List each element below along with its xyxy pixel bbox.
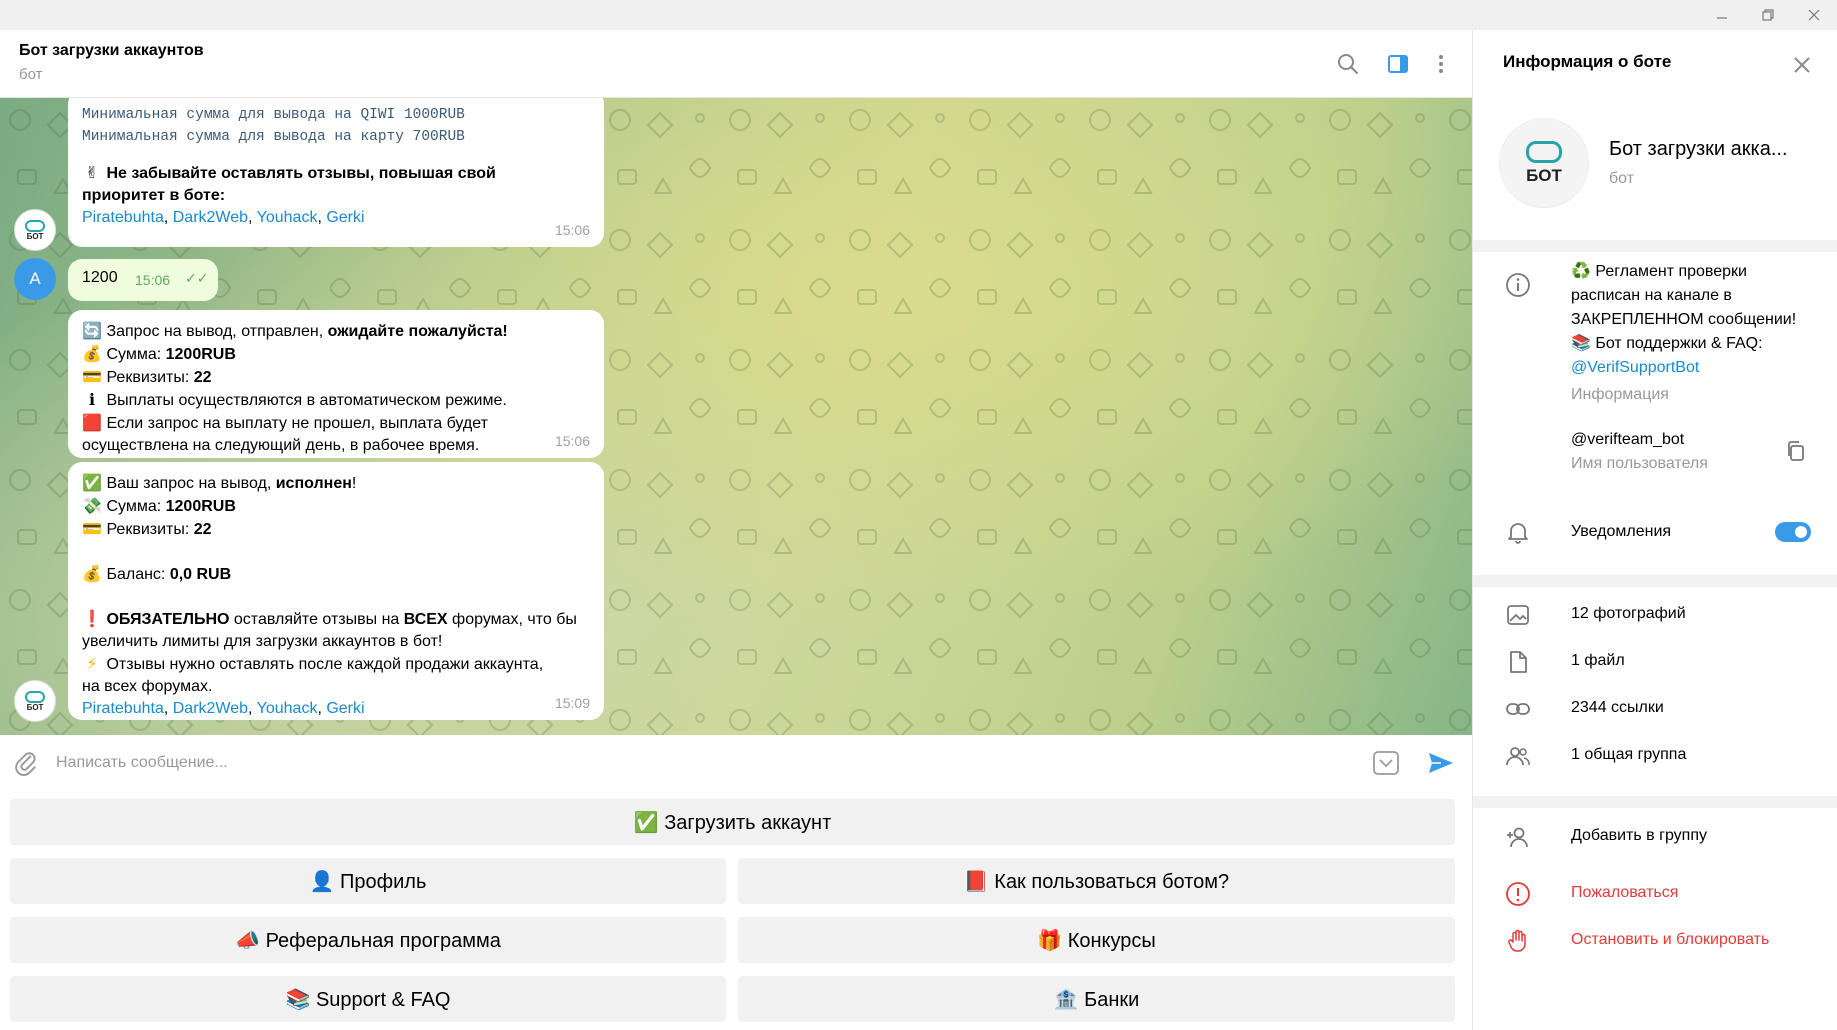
groups-count[interactable]: 1 общая группа bbox=[1571, 743, 1686, 767]
message-text: Минимальная сумма для вывода на QIWI 100… bbox=[82, 107, 465, 123]
check-mark-icon: ✅ bbox=[82, 473, 102, 492]
links-count[interactable]: 2344 ссылки bbox=[1571, 696, 1664, 720]
username-label: Имя пользователя bbox=[1571, 455, 1708, 472]
username-link[interactable]: @verifteam_bot bbox=[1571, 428, 1684, 452]
referral-program-button[interactable]: 📣 Реферальная программа bbox=[10, 917, 726, 963]
robot-icon bbox=[1526, 140, 1562, 163]
bot-keyboard-toggle-icon[interactable] bbox=[1370, 747, 1402, 779]
stop-and-block-button[interactable]: Остановить и блокировать bbox=[1571, 928, 1769, 952]
chat-subtitle: бот bbox=[19, 66, 43, 83]
credit-card-icon: 💳 bbox=[82, 367, 102, 386]
info-label: Информация bbox=[1571, 386, 1669, 403]
user-avatar[interactable]: A bbox=[14, 258, 56, 300]
message-text: Не забывайте оставлять отзывы, повышая с… bbox=[106, 165, 496, 182]
bot-reply-keyboard: ✅ Загрузить аккаунт 👤 Профиль 📕 Как поль… bbox=[0, 791, 1472, 1030]
support-bot-link[interactable]: @VerifSupportBot bbox=[1571, 356, 1796, 380]
file-icon bbox=[1503, 647, 1533, 677]
message-time: 15:06 bbox=[554, 222, 590, 238]
credit-card-icon: 💳 bbox=[82, 519, 102, 538]
divider bbox=[1473, 796, 1837, 808]
photos-count[interactable]: 12 фотографий bbox=[1571, 602, 1686, 626]
bot-name: Бот загрузки акка... bbox=[1609, 138, 1788, 160]
money-bag-icon: 💰 bbox=[82, 344, 102, 363]
more-options-icon[interactable] bbox=[1423, 46, 1459, 82]
report-button[interactable]: Пожаловаться bbox=[1571, 881, 1678, 905]
message-time: 15:06 bbox=[135, 272, 171, 288]
send-icon[interactable] bbox=[1425, 747, 1457, 779]
money-wings-icon: 💸 bbox=[82, 496, 102, 515]
window-title-bar bbox=[0, 0, 1837, 30]
victory-hand-icon: ✌ bbox=[85, 163, 99, 182]
minimize-icon[interactable] bbox=[1699, 0, 1745, 30]
files-count[interactable]: 1 файл bbox=[1571, 649, 1625, 673]
bot-profile-avatar[interactable]: БОТ bbox=[1499, 118, 1589, 208]
divider bbox=[1473, 240, 1837, 252]
message-time: 15:09 bbox=[554, 695, 590, 711]
message-composer bbox=[0, 735, 1472, 791]
bot-avatar[interactable]: БОТ bbox=[14, 680, 56, 722]
photo-icon bbox=[1503, 600, 1533, 630]
support-faq-button[interactable]: 📚 Support & FAQ bbox=[10, 976, 726, 1022]
message-text: Минимальная сумма для вывода на карту 70… bbox=[82, 129, 465, 145]
bot-type: бот bbox=[1609, 170, 1635, 187]
lightning-icon: ⚡ bbox=[86, 654, 98, 673]
message-bubble[interactable]: ✅ Ваш запрос на вывод, исполнен! 💸 Сумма… bbox=[68, 462, 604, 720]
link-youhack[interactable]: Youhack bbox=[257, 700, 318, 717]
link-icon bbox=[1503, 694, 1533, 724]
link-dark2web[interactable]: Dark2Web bbox=[173, 700, 248, 717]
bell-icon bbox=[1503, 517, 1533, 547]
refresh-icon: 🔄 bbox=[82, 321, 102, 340]
message-text: 1200 bbox=[82, 269, 118, 286]
report-icon bbox=[1503, 879, 1533, 909]
chat-title[interactable]: Бот загрузки аккаунтов bbox=[19, 42, 204, 60]
group-icon bbox=[1503, 741, 1533, 771]
bot-avatar[interactable]: БОТ bbox=[14, 209, 56, 251]
contests-button[interactable]: 🎁 Конкурсы bbox=[738, 917, 1455, 963]
stop-hand-icon bbox=[1503, 926, 1533, 956]
profile-button[interactable]: 👤 Профиль bbox=[10, 858, 726, 904]
link-gerki[interactable]: Gerki bbox=[326, 209, 364, 226]
panel-title: Информация о боте bbox=[1503, 52, 1672, 71]
robot-icon bbox=[25, 690, 45, 703]
divider bbox=[1473, 575, 1837, 587]
link-gerki[interactable]: Gerki bbox=[326, 700, 364, 717]
banks-button[interactable]: 🏦 Банки bbox=[738, 976, 1455, 1022]
notifications-toggle[interactable] bbox=[1775, 522, 1811, 542]
search-icon[interactable] bbox=[1330, 46, 1366, 82]
link-dark2web[interactable]: Dark2Web bbox=[173, 209, 248, 226]
notifications-label: Уведомления bbox=[1571, 523, 1672, 540]
link-youhack[interactable]: Youhack bbox=[257, 209, 318, 226]
add-to-group-button[interactable]: Добавить в группу bbox=[1571, 824, 1707, 848]
bot-description: ♻️ Регламент проверки расписан на канале… bbox=[1571, 260, 1796, 380]
how-to-use-button[interactable]: 📕 Как пользоваться ботом? bbox=[738, 858, 1455, 904]
message-time: 15:06 bbox=[554, 433, 590, 449]
message-input[interactable] bbox=[56, 745, 1356, 781]
bot-info-panel: Информация о боте БОТ Бот загрузки акка.… bbox=[1472, 30, 1837, 1030]
red-square-icon: 🟥 bbox=[82, 413, 102, 432]
info-icon bbox=[1503, 270, 1533, 300]
exclamation-icon: ❗ bbox=[82, 609, 102, 628]
message-bubble[interactable]: 🔄 Запрос на вывод, отправлен, ожидайте п… bbox=[68, 310, 604, 458]
restore-icon[interactable] bbox=[1745, 0, 1791, 30]
link-piratebuhta[interactable]: Piratebuhta bbox=[82, 700, 164, 717]
info-icon: ℹ bbox=[88, 390, 96, 409]
link-piratebuhta[interactable]: Piratebuhta bbox=[82, 209, 164, 226]
message-bubble[interactable]: Минимальная сумма для вывода на QIWI 100… bbox=[68, 98, 604, 247]
money-bag-icon: 💰 bbox=[82, 564, 102, 583]
close-icon[interactable] bbox=[1787, 50, 1817, 80]
robot-icon bbox=[25, 219, 45, 232]
copy-icon[interactable] bbox=[1781, 436, 1811, 466]
message-text: приоритет в боте: bbox=[82, 187, 226, 204]
chat-header: Бот загрузки аккаунтов бот bbox=[0, 30, 1472, 98]
add-user-icon bbox=[1503, 822, 1533, 852]
close-window-icon[interactable] bbox=[1791, 0, 1837, 30]
sidebar-toggle-icon[interactable] bbox=[1380, 46, 1416, 82]
outgoing-message-bubble[interactable]: 1200 15:06 ✓✓ bbox=[68, 259, 218, 301]
read-checkmarks-icon: ✓✓ bbox=[185, 270, 209, 286]
upload-account-button[interactable]: ✅ Загрузить аккаунт bbox=[10, 799, 1455, 845]
attach-icon[interactable] bbox=[10, 747, 42, 779]
chat-messages-area[interactable]: Минимальная сумма для вывода на QIWI 100… bbox=[0, 98, 1472, 735]
